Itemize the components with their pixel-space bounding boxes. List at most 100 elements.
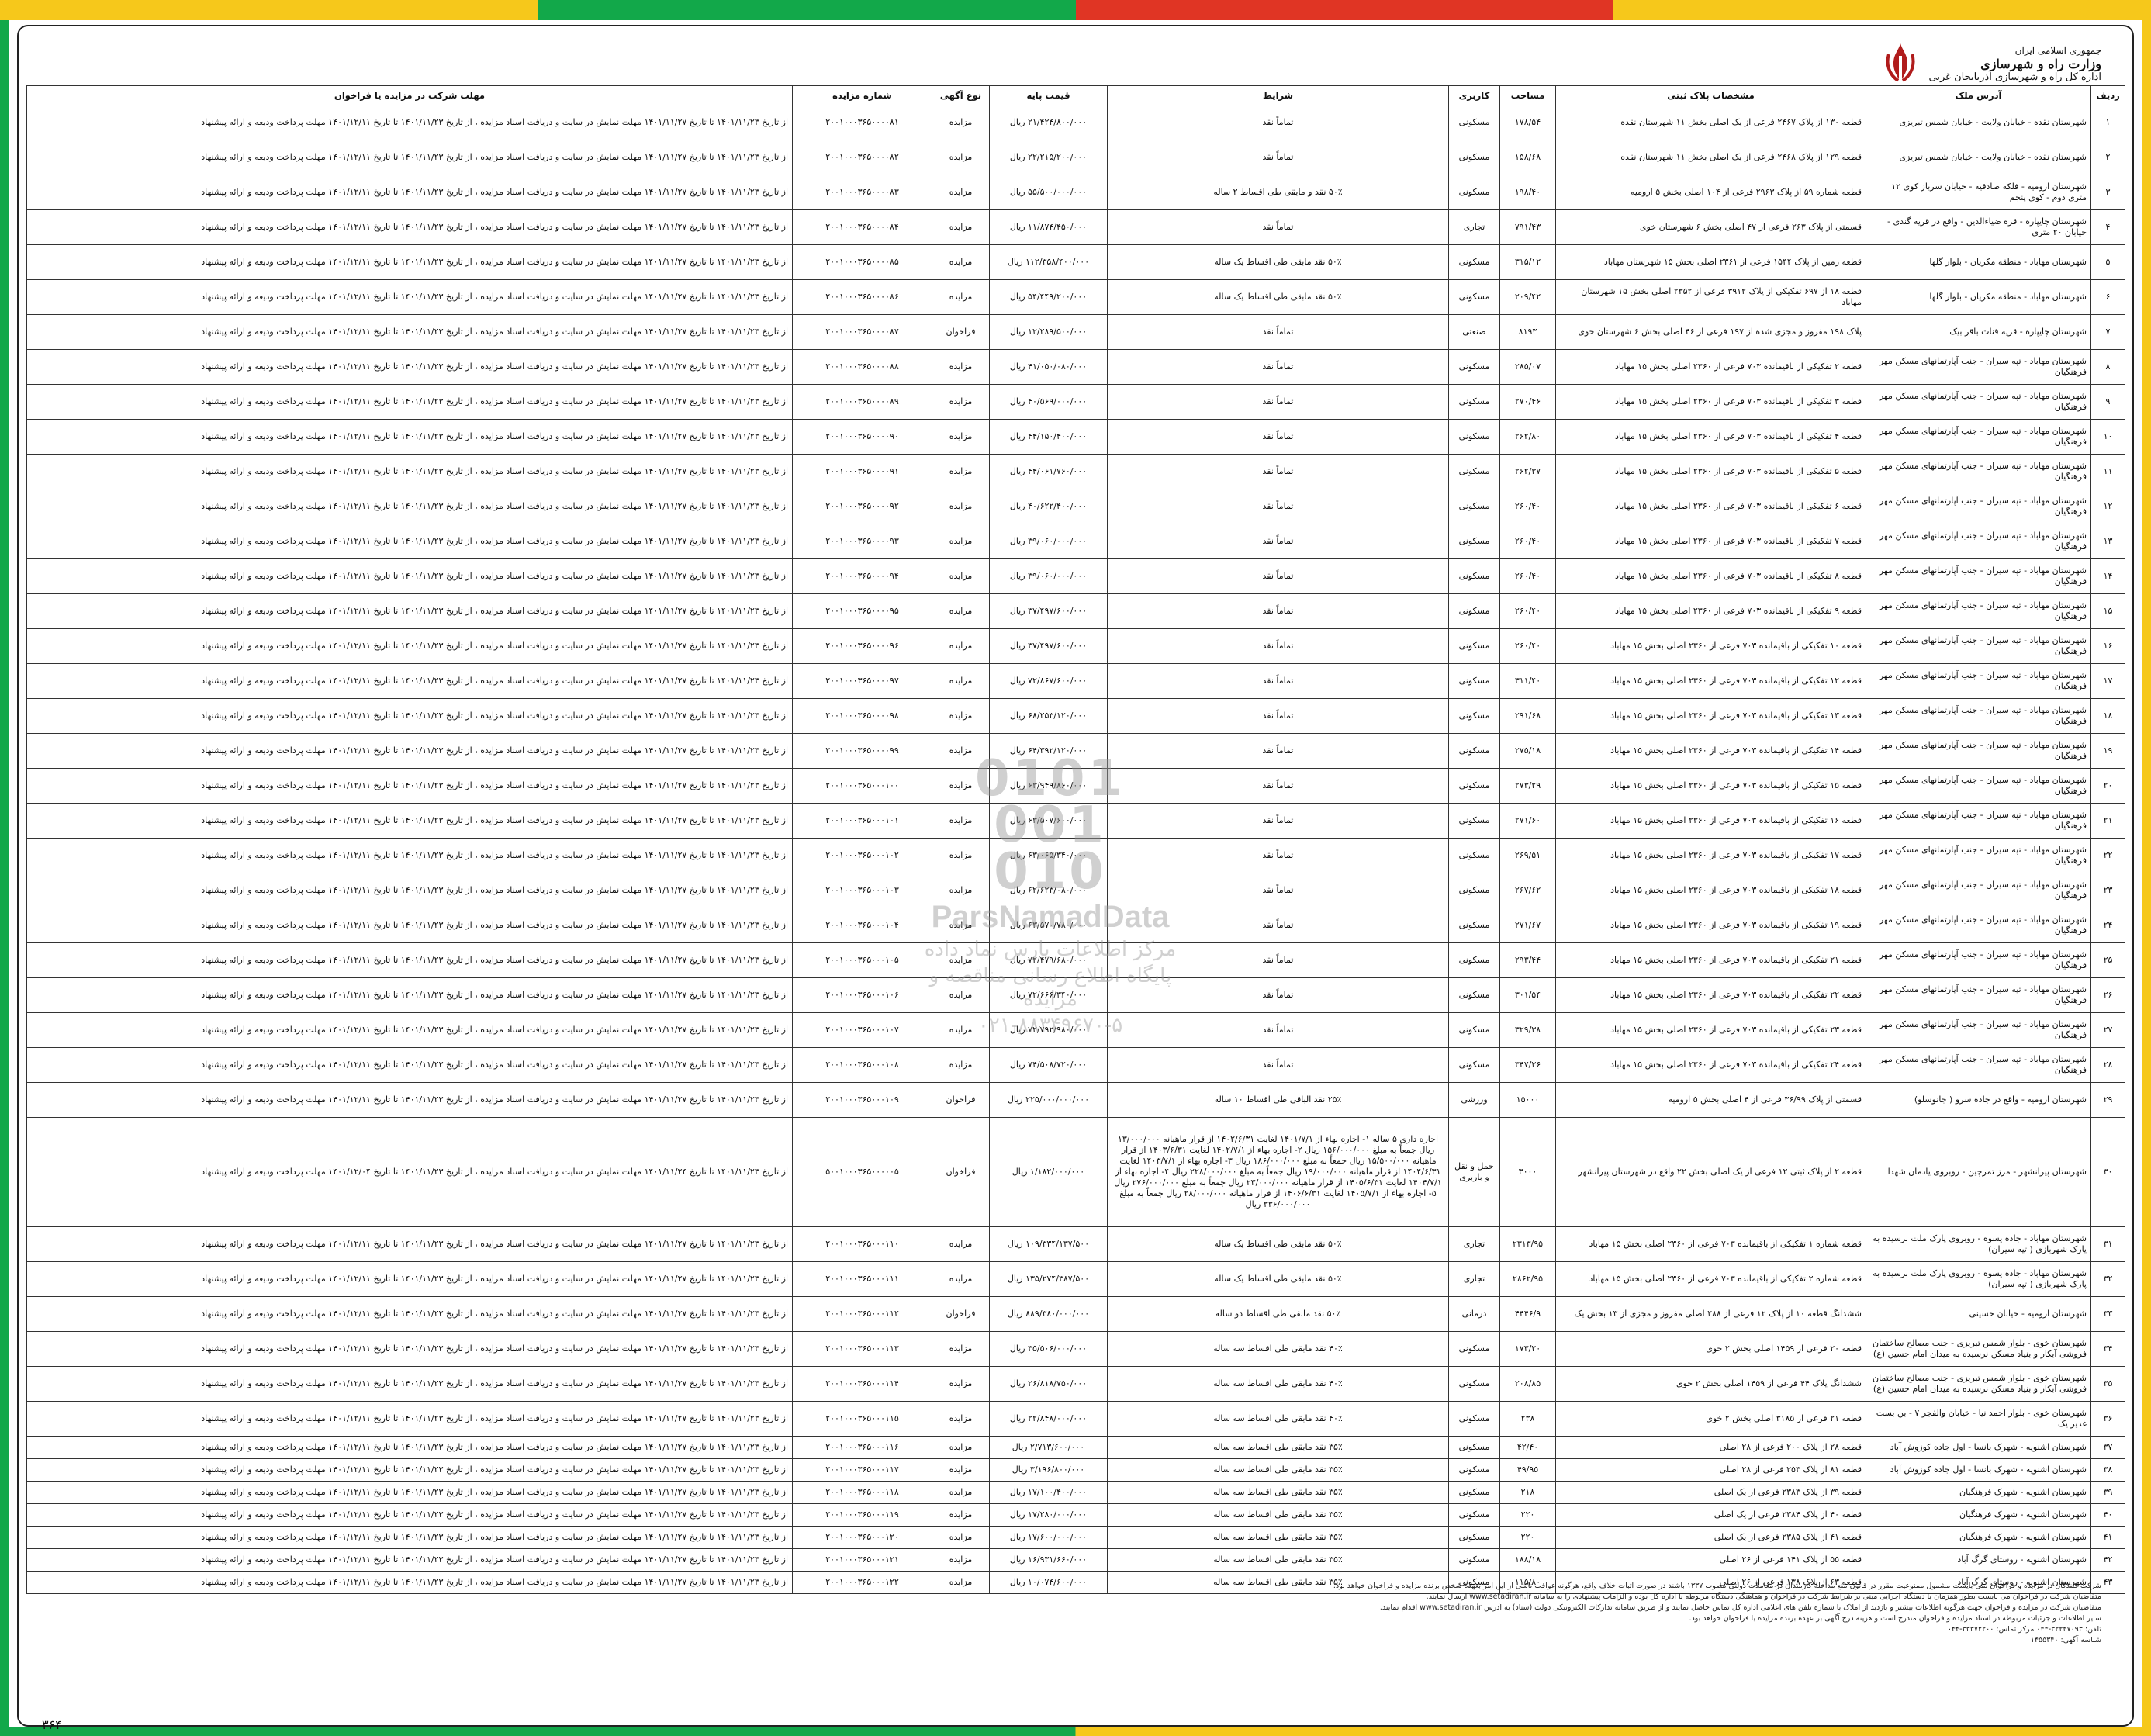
cell-area: ۱۷۳/۲۰ bbox=[1499, 1331, 1556, 1367]
row-number: ۲ bbox=[2090, 140, 2125, 175]
cell-usage: مسکونی bbox=[1448, 279, 1500, 315]
cell-address: شهرستان خوی - بلوار شمس تبریزی - جنب مصا… bbox=[1866, 1366, 2091, 1402]
cell-registration: قطعه ۵۵ از پلاک ۱۴۱ فرعی از ۲۶ اصلی bbox=[1555, 1548, 1866, 1572]
cell-base-price: ۳۹/۰۶۰/۰۰۰/۰۰۰ ریال bbox=[989, 524, 1108, 559]
cell-auction-number: ۲۰۰۱۰۰۰۳۶۵۰۰۰۰۹۲ bbox=[792, 489, 932, 524]
cell-usage: مسکونی bbox=[1448, 384, 1500, 420]
cell-auction-number: ۲۰۰۱۰۰۰۳۶۵۰۰۰۰۹۳ bbox=[792, 524, 932, 559]
cell-auction-number: ۲۰۰۱۰۰۰۳۶۵۰۰۰۱۱۸ bbox=[792, 1481, 932, 1504]
cell-base-price: ۴۱/۰۵۰/۰۸۰/۰۰۰ ریال bbox=[989, 349, 1108, 385]
cell-usage: مسکونی bbox=[1448, 942, 1500, 978]
row-number: ۷ bbox=[2090, 314, 2125, 350]
cell-auction-number: ۲۰۰۱۰۰۰۳۶۵۰۰۰۱۰۵ bbox=[792, 942, 932, 978]
table-row: ۹ شهرستان مهاباد - تپه سیران - جنب آپارتم… bbox=[26, 384, 2125, 420]
cell-registration: قطعه ۱۳۰ از پلاک ۲۴۶۷ فرعی از یک اصلی بخ… bbox=[1555, 105, 1866, 140]
row-number: ۵ bbox=[2090, 244, 2125, 280]
cell-notice-type: مزایده bbox=[932, 628, 990, 664]
cell-usage: مسکونی bbox=[1448, 454, 1500, 489]
cell-registration: قطعه ۲۳ تفکیکی از باقیمانده ۷۰۳ فرعی از … bbox=[1555, 1012, 1866, 1048]
cell-address: شهرستان چایپاره - قره ضیاءالدین - واقع د… bbox=[1866, 209, 2091, 245]
cell-notice-type: فراخوان bbox=[932, 1082, 990, 1118]
cell-registration: قطعه ۲۲ تفکیکی از باقیمانده ۷۰۳ فرعی از … bbox=[1555, 977, 1866, 1013]
table-row: ۱۹ شهرستان مهاباد - تپه سیران - جنب آپارت… bbox=[26, 733, 2125, 769]
cell-registration: قطعه ۳۹ از پلاک ۲۳۸۳ فرعی از یک اصلی bbox=[1555, 1481, 1866, 1504]
cell-deadline: از تاریخ ۱۴۰۱/۱۱/۲۳ تا تاریخ ۱۴۰۱/۱۱/۲۷ … bbox=[26, 1548, 793, 1572]
cell-usage: مسکونی bbox=[1448, 663, 1500, 699]
cell-area: ۴۲/۴۰ bbox=[1499, 1436, 1556, 1459]
cell-registration: قطعه ۴ تفکیکی از باقیمانده ۷۰۳ فرعی از ۲… bbox=[1555, 419, 1866, 455]
cell-area: ۲۶۲/۳۷ bbox=[1499, 454, 1556, 489]
table-row: ۳۶ شهرستان خوی - بلوار احمد نیا - خیابان … bbox=[26, 1401, 2125, 1437]
row-number: ۲۵ bbox=[2090, 942, 2125, 978]
table-row: ۶ شهرستان مهاباد - منطقه مکریان - بلوار گ… bbox=[26, 279, 2125, 315]
cell-conditions: تماماً نقد bbox=[1107, 384, 1449, 420]
cell-notice-type: مزایده bbox=[932, 1526, 990, 1549]
cell-registration: قطعه ۶ تفکیکی از باقیمانده ۷۰۳ فرعی از ۲… bbox=[1555, 489, 1866, 524]
cell-conditions: ۵۰٪ نقد و مابقی طی اقساط ۲ ساله bbox=[1107, 175, 1449, 210]
cell-area: ۱۵۸/۶۸ bbox=[1499, 140, 1556, 175]
cell-conditions: ۴۰٪ نقد مابقی طی اقساط سه ساله bbox=[1107, 1401, 1449, 1437]
cell-conditions: تماماً نقد bbox=[1107, 838, 1449, 873]
row-number: ۶ bbox=[2090, 279, 2125, 315]
cell-deadline: از تاریخ ۱۴۰۱/۱۱/۲۳ تا تاریخ ۱۴۰۱/۱۱/۲۷ … bbox=[26, 419, 793, 455]
cell-registration: قطعه ۲۴ تفکیکی از باقیمانده ۷۰۳ فرعی از … bbox=[1555, 1047, 1866, 1083]
cell-address: شهرستان ارومیه - فلکه صادقیه - خیابان سر… bbox=[1866, 175, 2091, 210]
cell-base-price: ۳۵/۵۰۶/۰۰۰/۰۰۰ ریال bbox=[989, 1331, 1108, 1367]
table-row: ۱۸ شهرستان مهاباد - تپه سیران - جنب آپارت… bbox=[26, 698, 2125, 734]
page-number: ۳۶۴ bbox=[42, 1717, 62, 1732]
table-row: ۱۰ شهرستان مهاباد - تپه سیران - جنب آپارت… bbox=[26, 419, 2125, 455]
cell-registration: قطعه ۱۳ تفکیکی از باقیمانده ۷۰۳ فرعی از … bbox=[1555, 698, 1866, 734]
cell-auction-number: ۲۰۰۱۰۰۰۳۶۵۰۰۰۰۹۰ bbox=[792, 419, 932, 455]
cell-address: شهرستان مهاباد - تپه سیران - جنب آپارتما… bbox=[1866, 1012, 2091, 1048]
cell-usage: مسکونی bbox=[1448, 628, 1500, 664]
cell-usage: مسکونی bbox=[1448, 1436, 1500, 1459]
col-header-deadline: مهلت شرکت در مزایده یا فراخوان bbox=[26, 85, 793, 105]
cell-usage: مسکونی bbox=[1448, 1366, 1500, 1402]
cell-deadline: از تاریخ ۱۴۰۱/۱۱/۲۳ تا تاریخ ۱۴۰۱/۱۱/۲۷ … bbox=[26, 1401, 793, 1437]
table-row: ۴۱ شهرستان اشنویه - شهرک فرهنگیان قطعه ۴۱ … bbox=[26, 1526, 2125, 1549]
table-row: ۲۸ شهرستان مهاباد - تپه سیران - جنب آپارت… bbox=[26, 1047, 2125, 1083]
row-number: ۱۸ bbox=[2090, 698, 2125, 734]
cell-area: ۳۰۱/۵۴ bbox=[1499, 977, 1556, 1013]
table-row: ۲۰ شهرستان مهاباد - تپه سیران - جنب آپارت… bbox=[26, 768, 2125, 804]
cell-notice-type: مزایده bbox=[932, 1331, 990, 1367]
cell-deadline: از تاریخ ۱۴۰۱/۱۱/۲۳ تا تاریخ ۱۴۰۱/۱۱/۲۷ … bbox=[26, 873, 793, 908]
cell-auction-number: ۲۰۰۱۰۰۰۳۶۵۰۰۰۰۹۶ bbox=[792, 628, 932, 664]
cell-conditions: ۵۰٪ نقد مابقی طی اقساط یک ساله bbox=[1107, 244, 1449, 280]
cell-deadline: از تاریخ ۱۴۰۱/۱۱/۲۳ تا تاریخ ۱۴۰۱/۱۱/۲۷ … bbox=[26, 244, 793, 280]
cell-usage: مسکونی bbox=[1448, 838, 1500, 873]
cell-address: شهرستان اشنویه - شهرک فرهنگیان bbox=[1866, 1481, 2091, 1504]
org-line-1: جمهوری اسلامی ایران bbox=[2014, 44, 2101, 56]
cell-address: شهرستان مهاباد - تپه سیران - جنب آپارتما… bbox=[1866, 873, 2091, 908]
row-number: ۳۱ bbox=[2090, 1226, 2125, 1262]
table-header-row: ردیف آدرس ملک مشخصات پلاک ثبتی مساحت کار… bbox=[26, 85, 2125, 105]
cell-area: ۲۰۸/۸۵ bbox=[1499, 1366, 1556, 1402]
cell-auction-number: ۲۰۰۱۰۰۰۳۶۵۰۰۰۰۹۵ bbox=[792, 593, 932, 629]
col-header-usage: کاربری bbox=[1448, 85, 1500, 105]
row-number: ۳۳ bbox=[2090, 1296, 2125, 1332]
row-number: ۲۱ bbox=[2090, 803, 2125, 839]
cell-base-price: ۱/۱۸۲/۰۰۰/۰۰۰ ریال bbox=[989, 1117, 1108, 1227]
cell-registration: قطعه ۸ تفکیکی از باقیمانده ۷۰۳ فرعی از ۲… bbox=[1555, 558, 1866, 594]
row-number: ۱۲ bbox=[2090, 489, 2125, 524]
cell-area: ۱۸۸/۱۸ bbox=[1499, 1548, 1556, 1572]
cell-base-price: ۲۲/۸۴۸/۰۰۰/۰۰۰ ریال bbox=[989, 1401, 1108, 1437]
table-row: ۳۱ شهرستان مهاباد - جاده یسوه - روبروی پا… bbox=[26, 1226, 2125, 1262]
table-row: ۴ شهرستان چایپاره - قره ضیاءالدین - واقع … bbox=[26, 209, 2125, 245]
cell-notice-type: مزایده bbox=[932, 1012, 990, 1048]
cell-address: شهرستان مهاباد - تپه سیران - جنب آپارتما… bbox=[1866, 977, 2091, 1013]
cell-area: ۴۹/۹۵ bbox=[1499, 1458, 1556, 1482]
cell-address: شهرستان اشنویه - شهرک فرهنگیان bbox=[1866, 1526, 2091, 1549]
cell-registration: قطعه ۲۱ فرعی از ۳۱۸۵ اصلی بخش ۲ خوی bbox=[1555, 1401, 1866, 1437]
cell-base-price: ۴۰/۶۲۲/۴۰۰/۰۰۰ ریال bbox=[989, 489, 1108, 524]
cell-deadline: از تاریخ ۱۴۰۱/۱۱/۲۳ تا تاریخ ۱۴۰۱/۱۱/۲۷ … bbox=[26, 1366, 793, 1402]
table-row: ۱۵ شهرستان مهاباد - تپه سیران - جنب آپارت… bbox=[26, 593, 2125, 629]
cell-address: شهرستان اشنویه - شهرک بانسا - اول جاده ک… bbox=[1866, 1458, 2091, 1482]
cell-usage: صنعتی bbox=[1448, 314, 1500, 350]
cell-auction-number: ۵۰۰۱۰۰۰۳۶۵۰۰۰۰۰۵ bbox=[792, 1117, 932, 1227]
cell-notice-type: مزایده bbox=[932, 279, 990, 315]
cell-conditions: تماماً نقد bbox=[1107, 593, 1449, 629]
table-row: ۵ شهرستان مهاباد - منطقه مکریان - بلوار گ… bbox=[26, 244, 2125, 280]
cell-auction-number: ۲۰۰۱۰۰۰۳۶۵۰۰۰۰۹۷ bbox=[792, 663, 932, 699]
cell-auction-number: ۲۰۰۱۰۰۰۳۶۵۰۰۰۰۹۴ bbox=[792, 558, 932, 594]
